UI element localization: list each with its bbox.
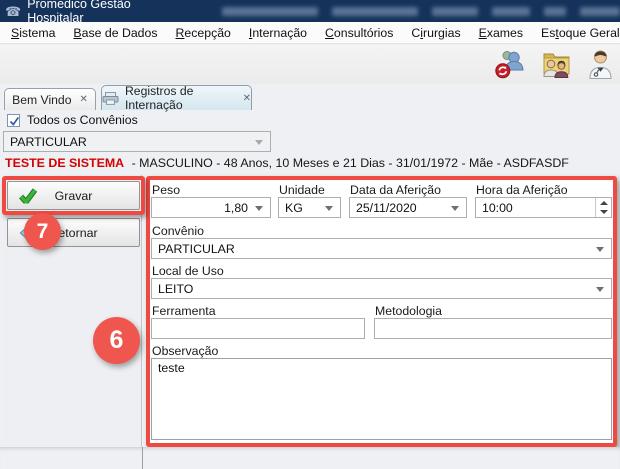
menu-recepcao[interactable]: Recepção (167, 23, 240, 43)
unidade-value: KG (285, 201, 303, 215)
annotation-step-7: 7 (24, 213, 61, 250)
local-de-uso-value: LEITO (158, 282, 193, 296)
action-panel (3, 175, 142, 447)
tab-registros-de-internacao[interactable]: Registros de Internação ✕ (101, 85, 252, 110)
ferramenta-input[interactable] (151, 318, 365, 339)
app-phone-icon: ☎ (5, 5, 21, 18)
patient-name: TESTE DE SISTEMA (5, 156, 124, 170)
title-bar: ☎ Promedico Gestão Hospitalar (0, 0, 620, 22)
observacao-label: Observação (152, 344, 218, 358)
tab-bar: Bem Vindo ✕ Registros de Internação ✕ (0, 84, 620, 110)
annotation-step-7-number: 7 (37, 220, 49, 244)
redacted-block (492, 7, 530, 16)
spin-down-icon[interactable] (596, 208, 611, 218)
tab-close-icon[interactable]: ✕ (80, 94, 88, 105)
redacted-block (544, 7, 566, 16)
chevron-down-icon (596, 247, 604, 252)
tab-bem-vindo[interactable]: Bem Vindo ✕ (4, 88, 96, 110)
green-check-icon (19, 188, 37, 203)
toolbar (0, 45, 620, 84)
convenio-combobox[interactable]: PARTICULAR (151, 238, 612, 259)
redacted-block (222, 7, 318, 16)
menu-estoque-geral[interactable]: Estoque Geral (532, 23, 620, 43)
data-afericao-label: Data da Aferição (350, 183, 441, 197)
spin-up-icon[interactable] (596, 198, 611, 208)
menu-bar: Sistema Base de Dados Recepção Internaçã… (0, 22, 620, 44)
todos-os-convenios-row: Todos os Convênios (7, 113, 138, 127)
unidade-combobox[interactable]: KG (278, 197, 341, 218)
hora-afericao-value: 10:00 (482, 201, 513, 215)
sync-user-icon[interactable] (495, 49, 525, 79)
doctor-icon[interactable] (587, 49, 614, 79)
redacted-block (432, 7, 478, 16)
patient-details: - MASCULINO - 48 Anos, 10 Meses e 21 Dia… (132, 156, 569, 170)
menu-base-de-dados[interactable]: Base de Dados (64, 23, 166, 43)
convenio-label: Convênio (152, 224, 204, 238)
bottom-strip (0, 447, 620, 469)
convenio-filter-combobox[interactable]: PARTICULAR (3, 131, 271, 152)
local-de-uso-label: Local de Uso (152, 264, 224, 278)
menu-sistema[interactable]: Sistema (2, 23, 64, 43)
observacao-textarea[interactable]: teste (151, 358, 612, 440)
metodologia-input[interactable] (374, 318, 612, 339)
data-afericao-datepicker[interactable]: 25/11/2020 (349, 197, 467, 218)
todos-os-convenios-checkbox[interactable] (7, 114, 20, 127)
convenio-filter-value: PARTICULAR (10, 135, 87, 149)
peso-label: Peso (152, 183, 180, 197)
menu-consultorios[interactable]: Consultórios (316, 23, 402, 43)
data-afericao-value: 25/11/2020 (356, 201, 417, 215)
patients-folder-icon[interactable] (539, 49, 573, 79)
todos-os-convenios-label: Todos os Convênios (27, 113, 138, 127)
annotation-step-6: 6 (93, 317, 140, 364)
patient-info-line: TESTE DE SISTEMA - MASCULINO - 48 Anos, … (5, 156, 569, 170)
menu-cirurgias[interactable]: Cirurgias (402, 23, 469, 43)
ferramenta-label: Ferramenta (152, 304, 216, 318)
convenio-value: PARTICULAR (158, 242, 235, 256)
gravar-label: Gravar (55, 189, 93, 203)
annotation-step-6-number: 6 (110, 326, 124, 355)
peso-combobox[interactable]: 1,80 (151, 197, 271, 218)
redacted-info (222, 7, 620, 16)
peso-value: 1,80 (224, 201, 248, 215)
checkmark-icon (9, 116, 20, 127)
toolbar-icons (495, 49, 614, 79)
metodologia-label: Metodologia (375, 304, 442, 318)
redacted-block (580, 7, 620, 16)
chevron-down-icon (596, 287, 604, 292)
hora-afericao-label: Hora da Aferição (476, 183, 568, 197)
tab-label: Bem Vindo (12, 93, 71, 107)
local-de-uso-combobox[interactable]: LEITO (151, 278, 612, 299)
hora-afericao-spinner[interactable]: 10:00 (475, 197, 612, 218)
printer-icon (102, 92, 119, 105)
menu-exames[interactable]: Exames (470, 23, 532, 43)
menu-internacao[interactable]: Internação (240, 23, 316, 43)
chevron-down-icon (255, 140, 263, 145)
tab-label: Registros de Internação (125, 84, 235, 112)
spinner-buttons (595, 198, 611, 217)
chevron-down-icon (255, 206, 263, 211)
chevron-down-icon (325, 206, 333, 211)
chevron-down-icon (451, 206, 459, 211)
panel-divider (142, 447, 143, 469)
gravar-button[interactable]: Gravar (7, 181, 140, 210)
redacted-block (332, 7, 418, 16)
app-window: ☎ Promedico Gestão Hospitalar Sistema Ba… (0, 0, 620, 469)
tab-close-icon[interactable]: ✕ (243, 93, 251, 104)
unidade-label: Unidade (279, 183, 325, 197)
